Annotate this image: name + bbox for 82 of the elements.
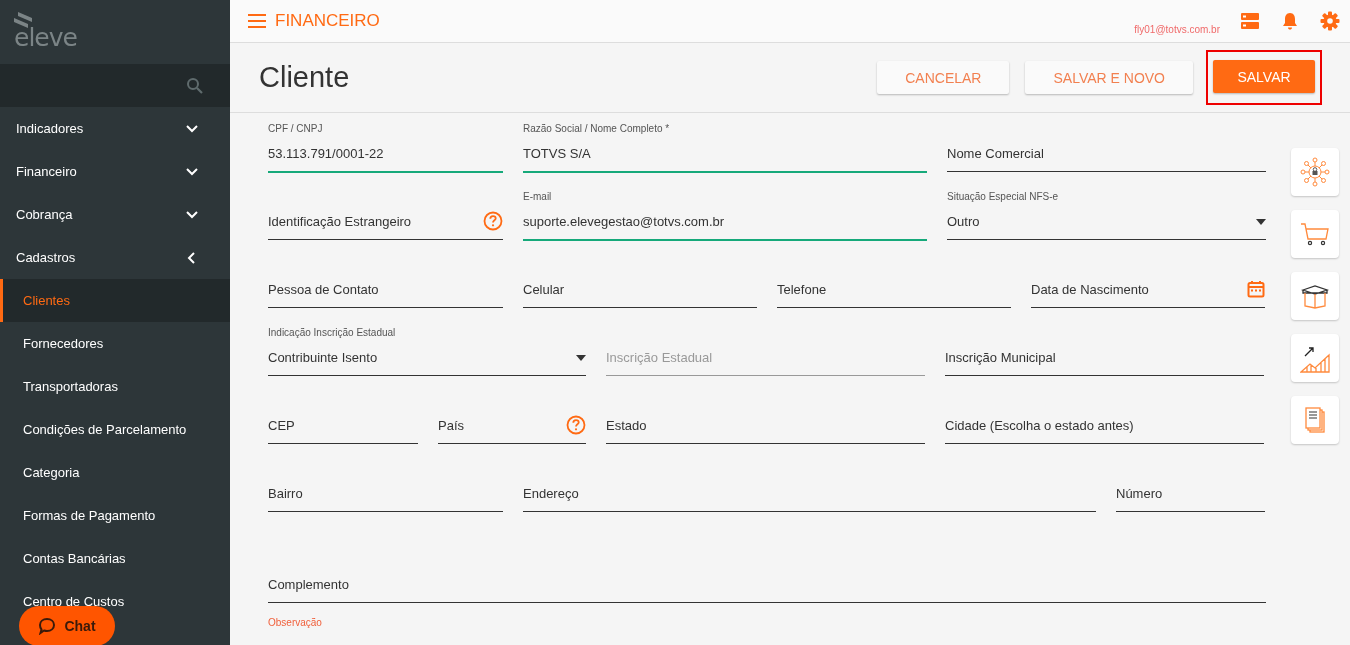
input-field[interactable]: Complemento [268,554,1266,603]
chat-button[interactable]: Chat [19,606,115,645]
field-value: Outro [947,214,980,229]
calendar-icon[interactable] [1247,280,1265,298]
field-label: Inscrição Municipal [945,349,1056,365]
field-label: Razão Social / Nome Completo * [523,123,671,134]
input-field[interactable]: Nome Comercial [947,123,1266,172]
field-label: Identificação Estrangeiro [268,213,412,229]
field-label: Nome Comercial [947,145,1044,161]
submenu-item[interactable]: Clientes [0,279,230,322]
input-field[interactable]: Telefone [777,259,1011,308]
dropdown-arrow-icon [1256,218,1266,225]
field-label: Bairro [268,485,303,501]
submenu-item[interactable]: Transportadoras [0,365,230,408]
field-value: Contribuinte Isento [268,350,378,365]
field-label: Pessoa de Contato [268,281,379,297]
field-label: E-mail [523,191,553,202]
field-label: Número [1116,485,1163,501]
menu-item[interactable]: Indicadores [0,107,230,150]
field-label: Estado [606,417,647,433]
menu-item[interactable]: Cadastros [0,236,230,279]
tool-button[interactable] [1291,396,1339,444]
input-field[interactable]: Inscrição Municipal [945,327,1264,376]
field-label: Indicação Inscrição Estadual [268,327,397,338]
submenu-item[interactable]: Categoria [0,451,230,494]
submenu-item[interactable]: Formas de Pagamento [0,494,230,537]
search-icon [186,76,204,95]
search-field[interactable] [0,64,230,107]
field-label: País [438,417,464,433]
input-field[interactable]: Celular [523,259,757,308]
chevron-icon [186,208,198,221]
input-field[interactable]: Indicação Inscrição Estadual Contribuinte Isento [268,327,586,376]
field-label: Telefone [777,281,827,297]
user-email: fly01@totvs.com.br [1134,23,1220,35]
settings-icon[interactable] [1320,11,1340,31]
field-label: Data de Nascimento [1031,281,1149,297]
input-field[interactable]: Situação Especial NFS-e Outro [947,191,1266,240]
server-icon[interactable] [1240,12,1260,30]
input-field[interactable]: E-mail suporte.elevegestao@totvs.com.br [523,191,927,241]
logo: eleve [14,25,77,50]
help-icon[interactable] [483,211,503,231]
chevron-icon [186,122,198,135]
page-title: Cliente [259,61,350,94]
input-field[interactable]: Data de Nascimento [1031,259,1265,308]
bell-icon[interactable] [1282,12,1298,30]
field-value: TOTVS S/A [523,146,591,161]
input-field[interactable]: Número [1116,463,1265,512]
field-label: CPF / CNPJ [268,123,324,134]
submenu-item[interactable]: Contas Bancárias [0,537,230,580]
field-label: CEP [268,417,295,433]
tool-button[interactable] [1291,272,1339,320]
input-field[interactable]: Pessoa de Contato [268,259,503,308]
speech-bubble-icon [38,617,57,635]
input-field[interactable]: Identificação Estrangeiro [268,191,503,240]
input-field[interactable]: Endereço [523,463,1096,512]
chevron-icon [186,251,198,264]
input-field[interactable]: Cidade (Escolha o estado antes) [945,395,1264,444]
submenu-item[interactable]: Condições de Parcelamento [0,408,230,451]
help-icon[interactable] [566,415,586,435]
input-field[interactable]: Razão Social / Nome Completo * TOTVS S/A [523,123,927,173]
field-label: Celular [523,281,565,297]
field-label: Cidade (Escolha o estado antes) [945,417,1134,433]
module-title: FINANCEIRO [275,11,380,31]
menu-item[interactable]: Cobrança [0,193,230,236]
field-label: Complemento [268,576,349,592]
field-value: suporte.elevegestao@totvs.com.br [523,214,725,229]
field-value: 53.113.791/0001-22 [268,146,384,161]
input-field[interactable]: CPF / CNPJ 53.113.791/0001-22 [268,123,503,173]
dropdown-arrow-icon [576,354,586,361]
field-label: Inscrição Estadual [606,349,713,365]
input-field[interactable]: CEP [268,395,418,444]
network-icon [1300,157,1330,187]
menu-item[interactable]: Financeiro [0,150,230,193]
field-label: Situação Especial NFS-e [947,191,1060,202]
chevron-icon [186,165,198,178]
input-field[interactable]: País [438,395,586,444]
input-field[interactable]: Bairro [268,463,503,512]
field-label: Observação [268,617,323,628]
input-field[interactable]: Estado [606,395,925,444]
field-label: Endereço [523,485,579,501]
submenu-item[interactable]: Fornecedores [0,322,230,365]
menu-icon[interactable] [248,14,266,28]
